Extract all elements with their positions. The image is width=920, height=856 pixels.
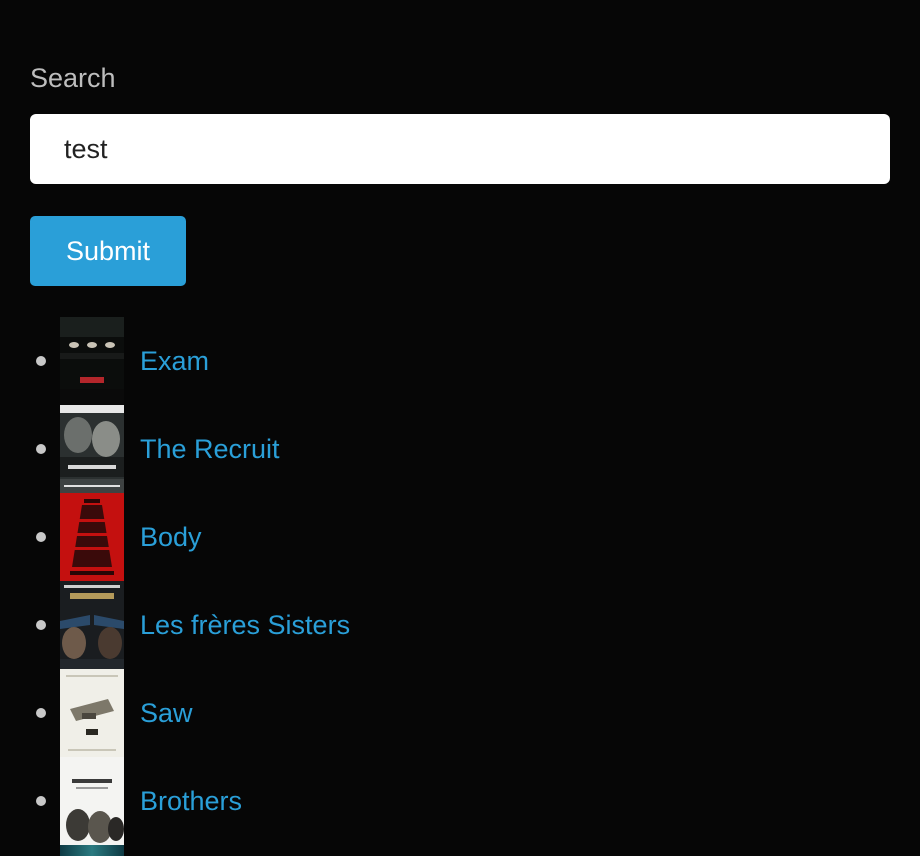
result-link[interactable]: Saw <box>140 693 193 733</box>
result-link[interactable]: The Recruit <box>140 429 280 469</box>
search-label: Search <box>30 63 116 93</box>
bullet-icon <box>36 532 46 542</box>
result-link[interactable]: Exam <box>140 341 209 381</box>
next-poster-icon[interactable] <box>60 845 124 856</box>
bullet-icon <box>36 444 46 454</box>
search-form: Search Submit <box>30 58 890 286</box>
result-link[interactable]: Brothers <box>140 781 242 821</box>
result-link[interactable]: Body <box>140 517 202 557</box>
bullet-icon <box>36 796 46 806</box>
submit-button[interactable]: Submit <box>30 216 186 286</box>
brothers-poster-icon[interactable] <box>60 757 124 845</box>
exam-poster-icon[interactable] <box>60 317 124 405</box>
body-poster-icon[interactable] <box>60 493 124 581</box>
the-recruit-poster-icon[interactable] <box>60 405 124 493</box>
result-link[interactable]: Les frères Sisters <box>140 605 350 645</box>
bullet-icon <box>36 356 46 366</box>
les-freres-sisters-poster-icon[interactable] <box>60 581 124 669</box>
saw-poster-icon[interactable] <box>60 669 124 757</box>
bullet-icon <box>36 708 46 718</box>
bullet-icon <box>36 620 46 630</box>
search-input[interactable] <box>30 114 890 184</box>
